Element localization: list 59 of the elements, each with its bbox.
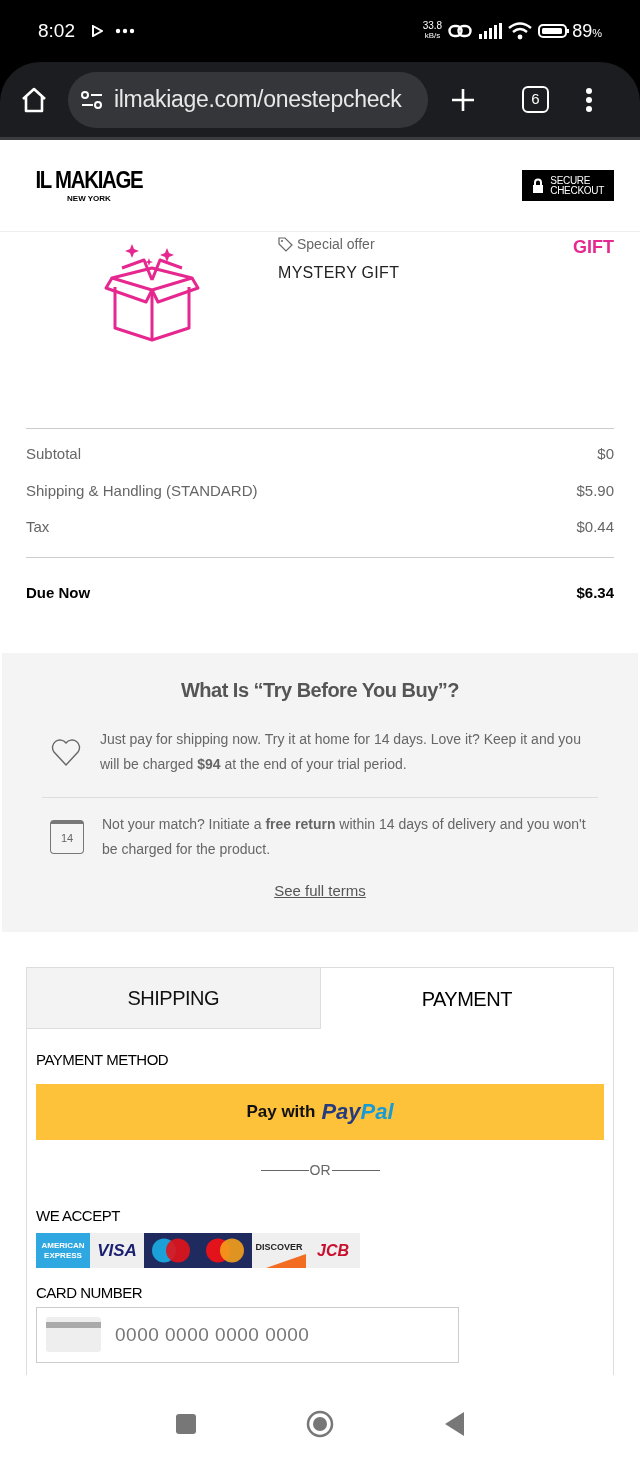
summary-value: $5.90	[576, 480, 614, 501]
battery-icon	[538, 23, 571, 39]
menu-icon[interactable]	[585, 86, 593, 113]
summary-value: $0	[597, 444, 614, 464]
badge-text: SECURE	[550, 175, 592, 186]
home-icon[interactable]	[20, 86, 48, 113]
checkout-tab[interactable]: SHIPPING	[27, 968, 321, 1029]
summary-label: Shipping & Handling (STANDARD)	[26, 480, 258, 501]
play-icon	[91, 25, 103, 37]
site-settings-icon[interactable]	[80, 89, 104, 110]
brand-subtitle: NEW YORK	[67, 193, 111, 204]
summary-label: Tax	[26, 517, 50, 537]
lock-icon	[532, 177, 545, 194]
home-button[interactable]	[306, 1409, 334, 1438]
product-name: MYSTERY GIFT	[278, 263, 401, 283]
info-text: Not your match? Initiate a free return within 14 days of delivery and you won't be charged for the product.	[102, 814, 587, 859]
summary-label: Subtotal	[26, 444, 82, 464]
terms-link[interactable]: See full terms	[274, 879, 366, 902]
recents-button[interactable]	[176, 1413, 196, 1434]
brand-logo: IL MAKIAGE	[35, 167, 143, 192]
section-label: PAYMENT METHOD	[36, 1050, 170, 1070]
calendar-icon: 14	[50, 819, 84, 854]
card-logo: VISA	[90, 1233, 144, 1268]
wifi-icon	[508, 22, 533, 40]
paypal-logo: PayPal	[321, 1098, 394, 1126]
section-label: CARD NUMBER	[36, 1283, 144, 1303]
more-icon	[115, 28, 135, 34]
url-text: ilmakiage.com/onestepcheck	[114, 85, 402, 115]
card-logo: AMERICAN EXPRESS	[36, 1233, 90, 1268]
due-label: Due Now	[26, 582, 91, 603]
card-logo	[144, 1233, 198, 1268]
card-number-field[interactable]: 0000 0000 0000 0000	[36, 1306, 459, 1363]
paypal-button[interactable]: Pay with PayPal	[36, 1083, 604, 1140]
badge-text: CHECKOUT	[550, 185, 604, 196]
link-icon	[448, 23, 473, 39]
divider-label: OR	[308, 1160, 332, 1180]
status-time: 8:02	[38, 18, 75, 43]
offer-label: Special offer	[297, 235, 375, 254]
card-logo: DISCOVER	[252, 1233, 306, 1268]
panel-title: What Is “Try Before You Buy”?	[179, 677, 461, 703]
section-label: WE ACCEPT	[36, 1205, 121, 1226]
signal-icon	[478, 23, 503, 39]
speed-unit: kB/s	[424, 31, 441, 41]
card-logo	[198, 1233, 252, 1268]
tag-icon	[278, 237, 293, 252]
info-text: Just pay for shipping now. Try it at home for 14 days. Love it? Keep it and you will be charged $94 at the end of your trial period.	[100, 729, 582, 774]
back-button[interactable]	[444, 1411, 464, 1436]
battery-percent: 89	[572, 19, 593, 43]
product-price: GIFT	[573, 236, 614, 259]
summary-value: $0.44	[576, 517, 614, 537]
tab-count-button[interactable]: 6	[522, 86, 549, 113]
heart-icon	[50, 736, 82, 767]
card-logo: JCB	[306, 1233, 360, 1268]
percent-sign: %	[592, 26, 602, 41]
new-tab-icon[interactable]	[450, 86, 476, 113]
due-value: $6.34	[576, 582, 614, 603]
network-speed: 33.8	[422, 21, 443, 31]
card-icon	[46, 1316, 101, 1352]
address-bar[interactable]: ilmakiage.com/onestepcheck	[68, 71, 428, 128]
